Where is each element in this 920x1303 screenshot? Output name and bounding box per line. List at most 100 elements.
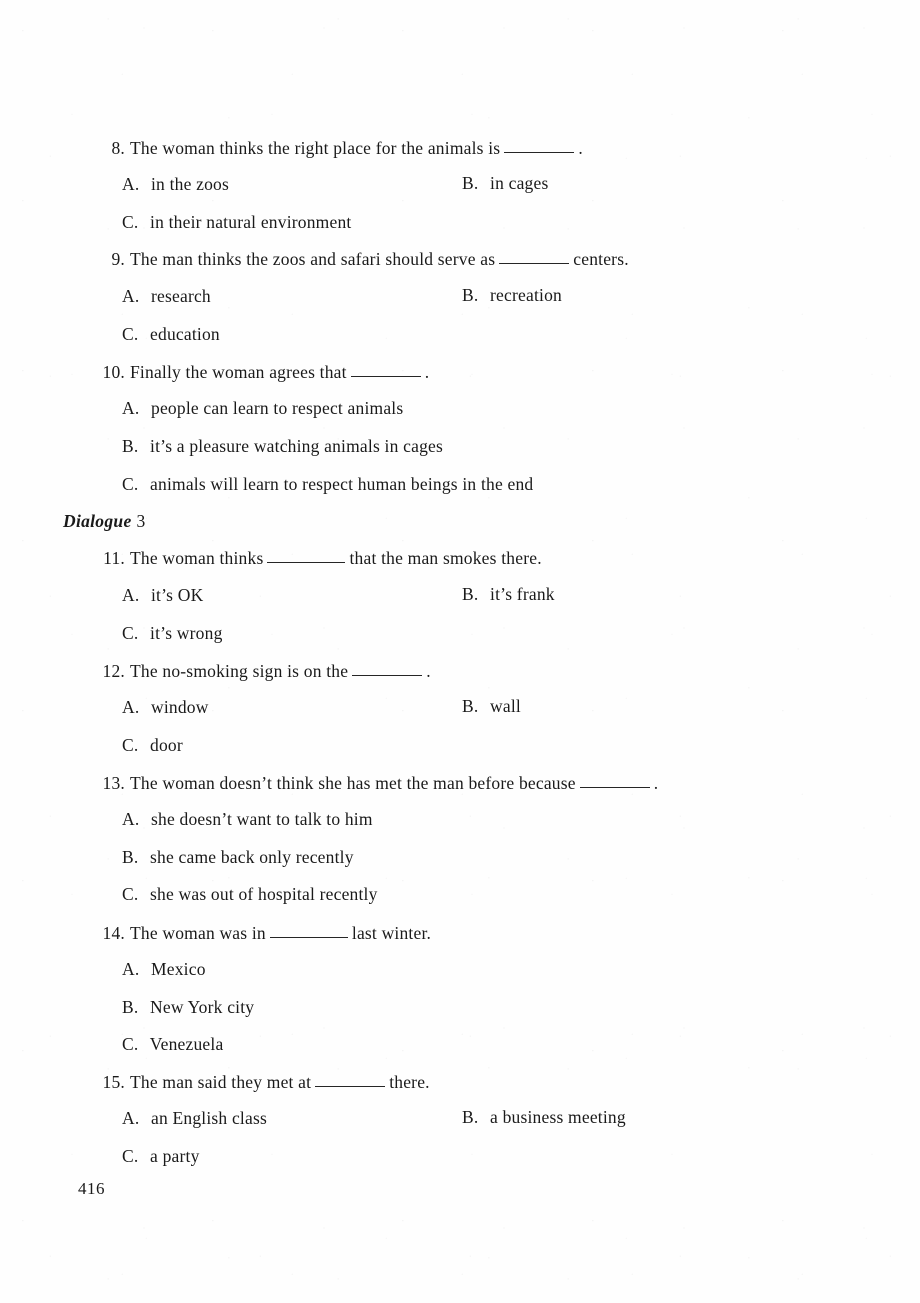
question-text-tail: .	[426, 661, 431, 682]
question-text-tail: .	[578, 138, 583, 159]
option-letter: B.	[462, 584, 479, 604]
option-letter: C.	[122, 474, 139, 494]
option-14-a[interactable]: A. Mexico	[122, 959, 206, 979]
option-13-b[interactable]: B. she came back only recently	[122, 847, 354, 867]
page-number: 416	[78, 1179, 105, 1198]
option-14-c[interactable]: C. Venezuela	[122, 1034, 223, 1054]
option-letter: A.	[122, 697, 140, 717]
question-text-tail: last winter.	[351, 923, 432, 944]
option-14-b[interactable]: B. New York city	[122, 997, 255, 1017]
question-14: 14. The woman was in last winter.	[95, 924, 431, 943]
question-text: The woman was in	[130, 923, 266, 944]
option-11-a[interactable]: A. it’s OK	[122, 585, 204, 605]
option-label: research	[151, 286, 211, 306]
option-label: animals will learn to respect human bein…	[150, 474, 534, 494]
question-text: The woman thinks the right place for the…	[130, 138, 501, 159]
option-label: she came back only recently	[150, 847, 354, 867]
answer-blank[interactable]	[269, 923, 348, 939]
answer-blank[interactable]	[504, 138, 575, 154]
option-letter: B.	[462, 696, 479, 716]
option-label: Mexico	[151, 959, 206, 979]
option-10-b[interactable]: B. it’s a pleasure watching animals in c…	[122, 436, 443, 456]
option-letter: C.	[122, 212, 139, 232]
answer-blank[interactable]	[352, 661, 423, 677]
answer-blank[interactable]	[350, 362, 421, 378]
option-label: in their natural environment	[150, 212, 352, 232]
option-letter: A.	[122, 585, 140, 605]
question-number: 8.	[111, 138, 125, 159]
option-letter: B.	[122, 436, 139, 456]
option-letter: B.	[462, 285, 479, 305]
question-number: 11.	[103, 548, 125, 569]
question-11: 11. The woman thinks that the man smokes…	[95, 549, 542, 568]
option-11-c[interactable]: C. it’s wrong	[122, 624, 223, 643]
option-letter: C.	[122, 1034, 139, 1054]
option-12-b[interactable]: B. wall	[462, 696, 521, 716]
option-letter: A.	[122, 286, 140, 306]
question-text-tail: there.	[389, 1072, 430, 1093]
option-10-a[interactable]: A. people can learn to respect animals	[122, 398, 403, 418]
option-letter: C.	[122, 735, 139, 755]
question-number: 14.	[102, 923, 125, 944]
option-letter: A.	[122, 959, 140, 979]
option-letter: A.	[122, 398, 140, 418]
option-11-b[interactable]: B. it’s frank	[462, 584, 555, 604]
option-label: in the zoos	[151, 174, 230, 194]
question-number: 10.	[102, 362, 125, 383]
answer-blank[interactable]	[315, 1072, 386, 1088]
option-label: an English class	[151, 1108, 267, 1128]
question-text: The man said they met at	[130, 1072, 312, 1093]
question-text-tail: .	[424, 362, 430, 383]
answer-blank[interactable]	[579, 773, 650, 789]
option-label: wall	[490, 696, 521, 716]
answer-blank[interactable]	[267, 548, 346, 564]
option-15-b[interactable]: B. a business meeting	[462, 1107, 626, 1127]
option-letter: B.	[122, 847, 139, 867]
option-label: she doesn’t want to talk to him	[151, 809, 373, 829]
option-8-b[interactable]: B. in cages	[462, 174, 548, 193]
question-9: 9. The man thinks the zoos and safari sh…	[95, 250, 629, 269]
option-8-c[interactable]: C. in their natural environment	[122, 212, 352, 232]
option-8-a[interactable]: A. in the zoos	[122, 174, 230, 194]
option-12-a[interactable]: A. window	[122, 697, 209, 717]
question-number: 12.	[102, 661, 125, 682]
question-15: 15. The man said they met at there.	[95, 1073, 430, 1092]
question-text-tail: that the man smokes there.	[349, 548, 542, 569]
option-13-a[interactable]: A. she doesn’t want to talk to him	[122, 809, 373, 829]
question-13: 13. The woman doesn’t think she has met …	[95, 773, 659, 794]
option-12-c[interactable]: C. door	[122, 735, 183, 755]
option-label: it’s a pleasure watching animals in cage…	[150, 436, 443, 456]
question-text-tail: .	[653, 773, 659, 794]
option-label: she was out of hospital recently	[150, 884, 378, 904]
option-13-c[interactable]: C. she was out of hospital recently	[122, 884, 378, 904]
question-12: 12. The no-smoking sign is on the .	[95, 662, 431, 681]
option-letter: A.	[122, 174, 140, 194]
answer-blank[interactable]	[499, 249, 570, 265]
option-label: door	[150, 735, 183, 755]
option-15-c[interactable]: C. a party	[122, 1146, 200, 1166]
option-letter: B.	[462, 1107, 479, 1127]
option-10-c[interactable]: C. animals will learn to respect human b…	[122, 474, 534, 494]
option-label: window	[151, 697, 209, 717]
question-number: 15.	[102, 1072, 125, 1093]
question-number: 13.	[102, 773, 125, 794]
option-letter: C.	[122, 884, 139, 904]
question-10: 10. Finally the woman agrees that .	[95, 362, 430, 383]
option-label: it’s OK	[151, 585, 204, 605]
option-label: New York city	[150, 997, 255, 1017]
option-letter: C.	[122, 1146, 139, 1166]
question-number: 9.	[111, 249, 125, 270]
option-15-a[interactable]: A. an English class	[122, 1108, 267, 1128]
option-9-b[interactable]: B. recreation	[462, 285, 562, 305]
question-text: Finally the woman agrees that	[130, 362, 347, 383]
option-9-a[interactable]: A. research	[122, 286, 211, 306]
option-letter: A.	[122, 1108, 140, 1128]
option-letter: B.	[122, 997, 139, 1017]
option-label: education	[150, 324, 220, 344]
option-label: recreation	[490, 285, 562, 305]
option-9-c[interactable]: C. education	[122, 324, 220, 344]
question-text: The woman doesn’t think she has met the …	[130, 773, 576, 794]
option-label: a party	[150, 1146, 200, 1166]
question-text: The no-smoking sign is on the	[130, 661, 349, 682]
scanned-page: 8. The woman thinks the right place for …	[0, 0, 920, 1303]
